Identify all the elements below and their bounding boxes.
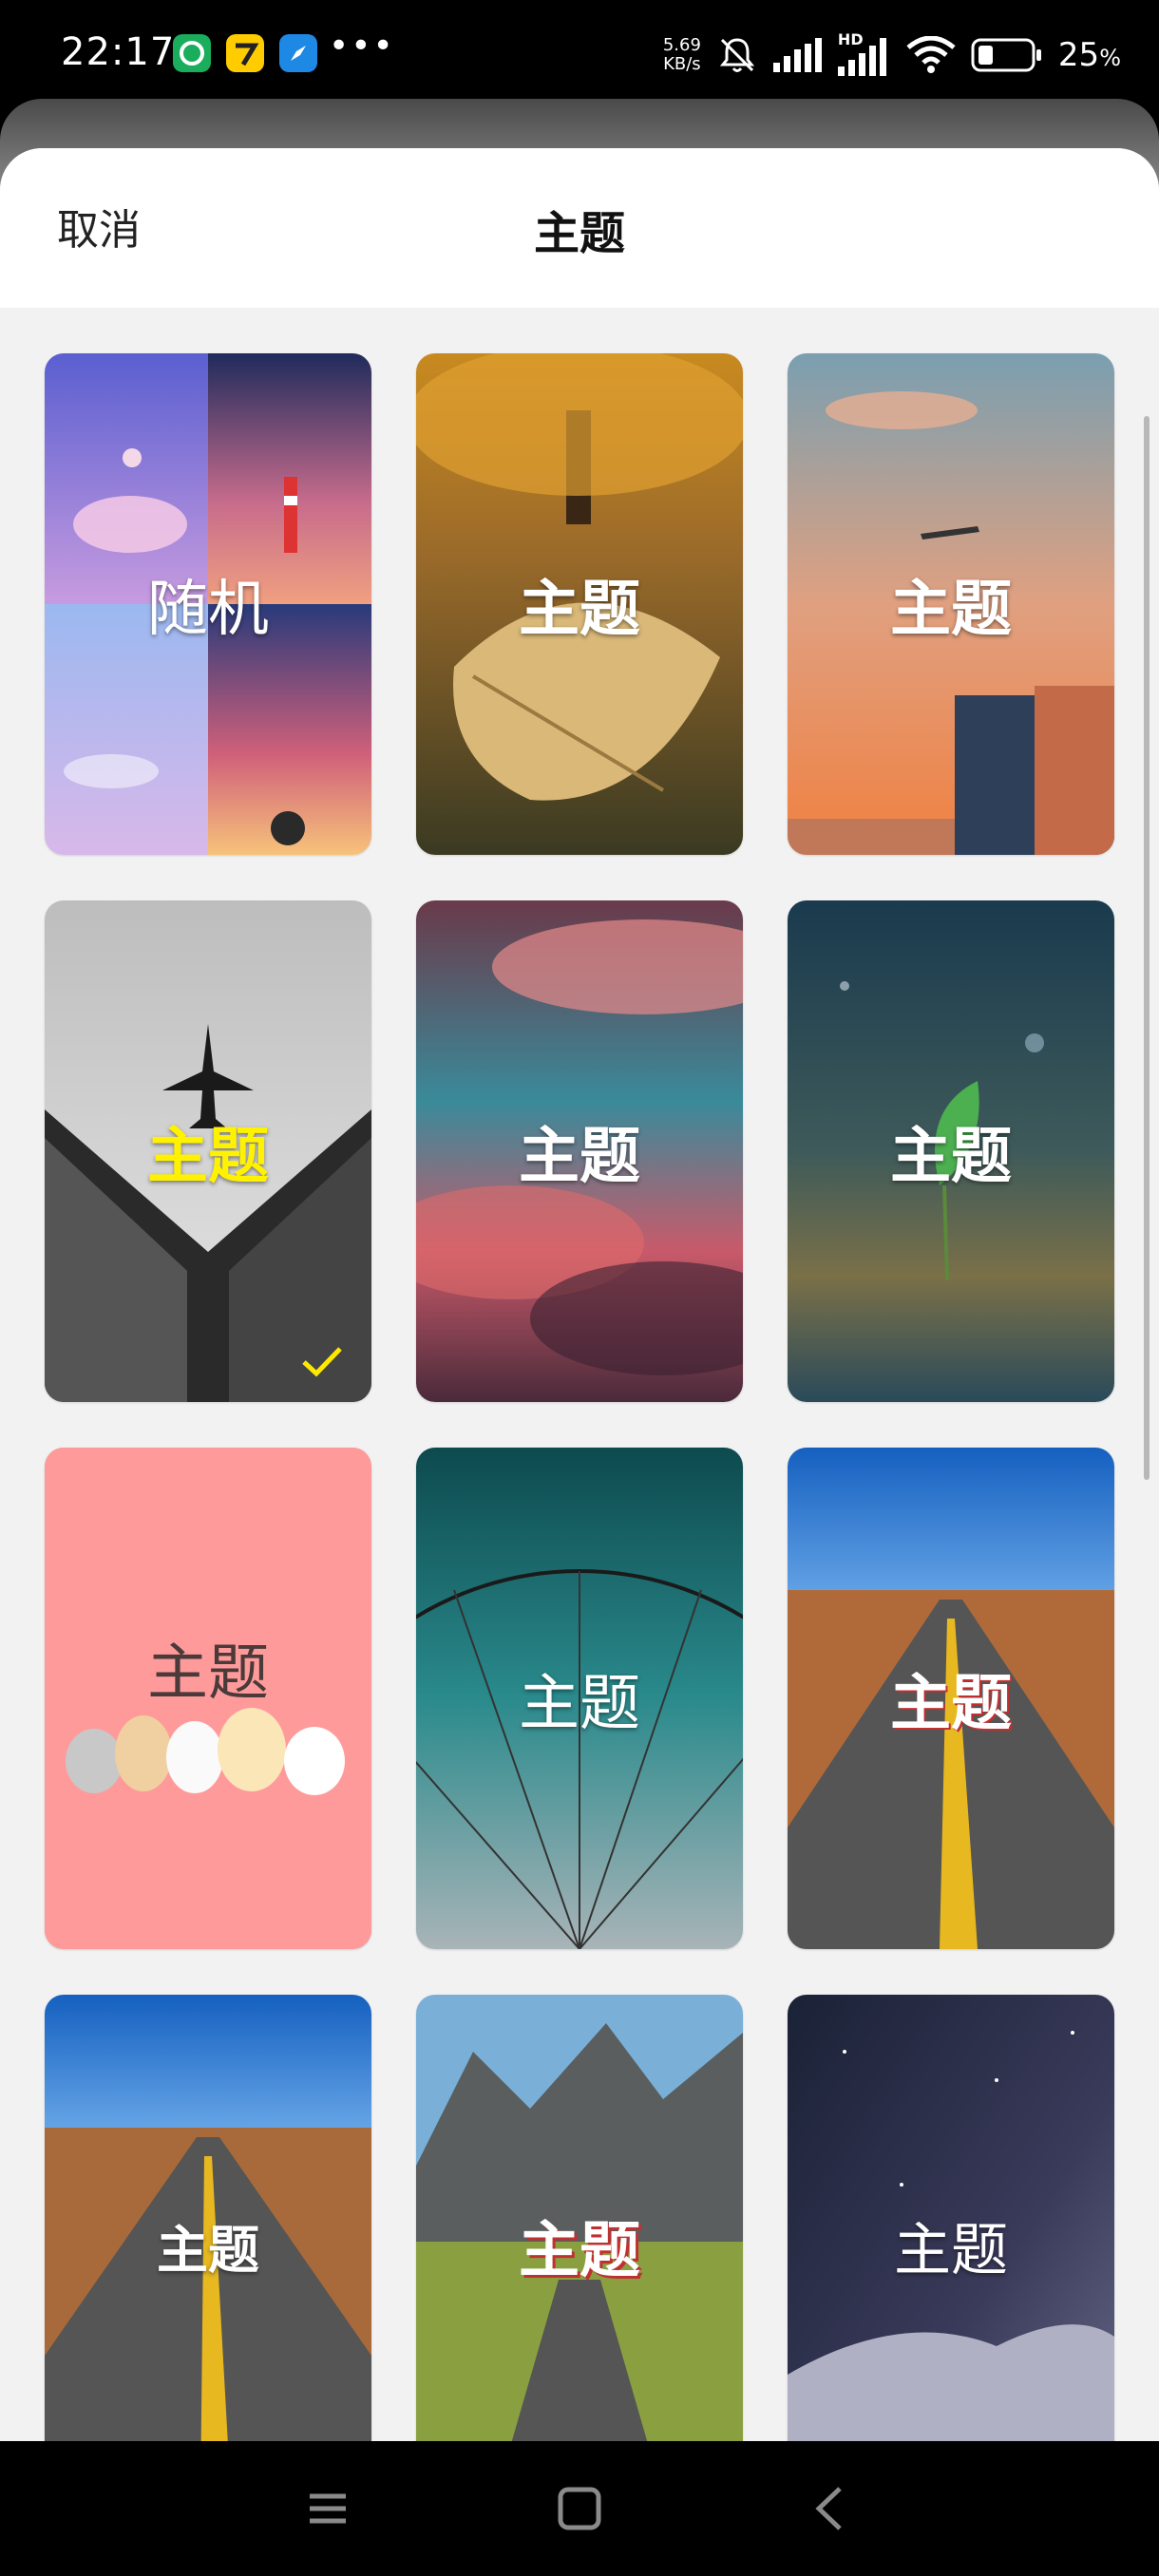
theme-tile-autumn[interactable]: 主题 [416,353,743,855]
more-notifications-icon: ••• [329,27,395,66]
theme-label: 主题 [890,1669,1012,1739]
selected-check-icon [302,1347,342,1377]
theme-label: 主题 [147,1638,269,1710]
theme-tile-starry-night[interactable]: 主题 [788,1995,1114,2441]
theme-label: 主题 [519,575,640,645]
theme-label: 随机 [147,575,269,645]
hd-signal: HD [837,30,891,76]
theme-tile-road[interactable]: 主题 [788,1448,1114,1949]
battery-unit: % [1099,45,1121,71]
theme-tile-sprout[interactable]: 主题 [788,900,1114,1402]
theme-label: 主题 [890,1122,1012,1192]
wechat-app-icon [173,34,211,72]
battery-value: 25 [1057,36,1100,74]
compass-app-icon [279,34,317,72]
cat-app-icon [226,34,264,72]
theme-label: 主题 [519,1122,640,1192]
theme-tile-ferris-wheel[interactable]: 主题 [416,1448,743,1949]
theme-sheet: 取消 主题 随机 主题 主题 主题 主题 主题 主题 主题 主题 主题 主题 主… [0,148,1159,2441]
status-time: 22:17 [61,30,176,74]
status-right: 5.69 KB/s HD 25% [663,27,1121,84]
network-speed-value: 5.69 [662,35,701,55]
battery-icon [971,38,1041,72]
navigation-bar [0,2441,1159,2576]
theme-label: 主题 [519,1669,640,1739]
theme-label: 主题 [147,1122,269,1192]
theme-tile-sky-clouds[interactable]: 主题 [416,900,743,1402]
theme-tile-airplane[interactable]: 主题 [45,900,371,1402]
status-bar: 22:17 ••• 5.69 KB/s HD 25% [0,0,1159,104]
scrollbar[interactable] [1144,416,1150,1480]
theme-tile-road-2[interactable]: 主题 [45,1995,371,2441]
theme-tile-random[interactable]: 随机 [45,353,371,855]
menu-nav-icon[interactable] [294,2475,361,2542]
signal-hd-icon [837,38,886,76]
back-nav-icon[interactable] [798,2475,864,2542]
theme-tile-cats[interactable]: 主题 [45,1448,371,1949]
network-speed-unit: KB/s [663,54,701,74]
theme-label: 主题 [157,2220,259,2281]
signal-icon [772,38,822,72]
theme-label: 主题 [890,575,1012,645]
theme-label: 主题 [519,2216,640,2286]
theme-label: 主题 [894,2217,1008,2284]
wifi-icon [906,36,956,73]
theme-tile-mountain-road[interactable]: 主题 [416,1995,743,2441]
mute-icon [719,38,755,72]
battery-percent: 25% [1058,36,1121,74]
home-nav-icon[interactable] [546,2475,613,2542]
theme-grid: 随机 主题 主题 主题 主题 主题 主题 主题 主题 主题 主题 主题 [0,148,1159,2441]
network-speed: 5.69 KB/s [663,36,701,74]
screen: 22:17 ••• 5.69 KB/s HD 25% 取消 主题 随机 主题 主… [0,0,1159,2576]
theme-tile-city-sunset[interactable]: 主题 [788,353,1114,855]
